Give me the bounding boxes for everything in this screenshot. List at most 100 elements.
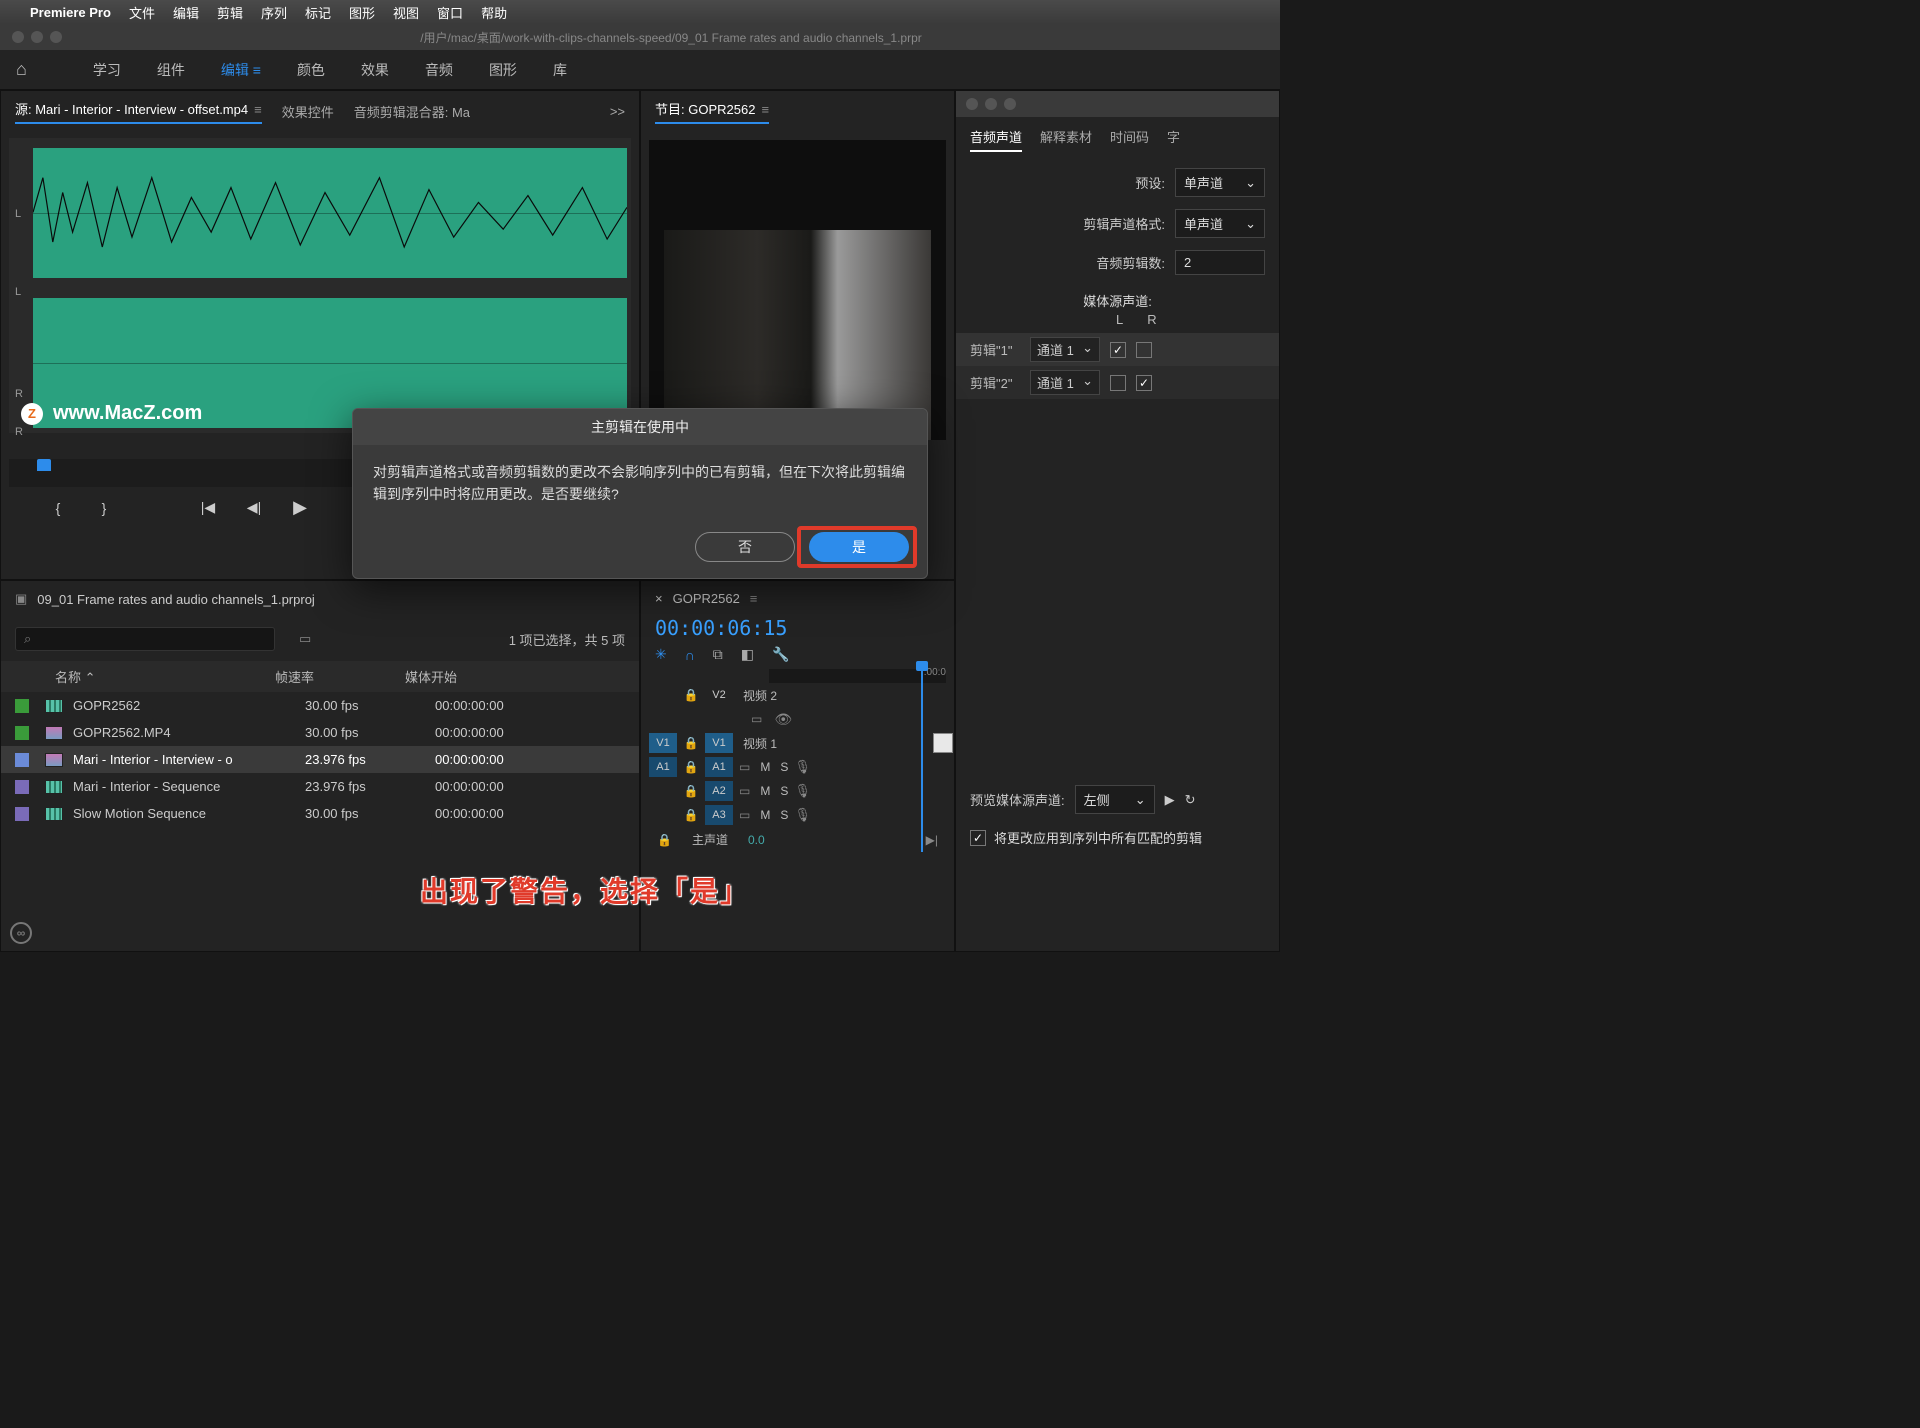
close-timeline-icon[interactable]: × xyxy=(655,591,663,606)
tab-audio-channels[interactable]: 音频声道 xyxy=(970,127,1022,152)
video-clip[interactable] xyxy=(933,733,953,753)
play-preview-icon[interactable]: ▶ xyxy=(1165,792,1175,808)
project-row[interactable]: GOPR2562 30.00 fps 00:00:00:00 xyxy=(1,692,639,719)
magnet-icon[interactable]: ∩ xyxy=(685,647,695,663)
clip2-R-checkbox[interactable] xyxy=(1136,375,1152,391)
source-waveform[interactable]: L L R R Z www.MacZ.com xyxy=(9,138,631,433)
ws-color[interactable]: 颜色 xyxy=(297,60,325,80)
preset-dropdown[interactable]: 单声道⌄ xyxy=(1175,168,1265,197)
step-back-icon[interactable]: ◀| xyxy=(245,499,263,516)
v1-source[interactable]: V1 xyxy=(649,733,677,753)
dialog-no-button[interactable]: 否 xyxy=(695,532,795,562)
eye-icon[interactable]: 👁 xyxy=(774,711,792,728)
clip1-channel-dropdown[interactable]: 通道 1⌄ xyxy=(1030,337,1100,362)
watermark-text: www.MacZ.com xyxy=(53,402,202,425)
a1-source[interactable]: A1 xyxy=(649,757,677,777)
mark-out-icon[interactable]: } xyxy=(95,500,113,516)
menu-help[interactable]: 帮助 xyxy=(481,3,507,22)
lock-icon[interactable]: 🔒 xyxy=(683,760,699,774)
menu-sequence[interactable]: 序列 xyxy=(261,3,287,22)
preview-side-dropdown[interactable]: 左侧⌄ xyxy=(1075,785,1155,814)
bin-icon[interactable]: ▣ xyxy=(15,591,27,607)
clip1-label: 剪辑"1" xyxy=(970,340,1020,359)
clip-fps: 30.00 fps xyxy=(305,725,435,740)
menu-window[interactable]: 窗口 xyxy=(437,3,463,22)
clip-name: GOPR2562 xyxy=(73,698,140,713)
a1-target[interactable]: A1 xyxy=(705,757,733,777)
ws-graphics[interactable]: 图形 xyxy=(489,60,517,80)
filter-icon[interactable]: ▭ xyxy=(299,631,311,647)
menu-edit[interactable]: 编辑 xyxy=(173,3,199,22)
linked-sel-icon[interactable]: ⧉ xyxy=(713,646,723,663)
lock-icon[interactable]: 🔒 xyxy=(683,736,699,750)
menu-graphics[interactable]: 图形 xyxy=(349,3,375,22)
toggle-output-icon[interactable]: ▭ xyxy=(751,712,762,726)
loop-icon[interactable]: ↻ xyxy=(1185,792,1196,808)
ws-libraries[interactable]: 库 xyxy=(553,60,567,80)
search-icon: ⌕ xyxy=(24,631,31,647)
v2-target[interactable]: V2 xyxy=(705,685,733,705)
tabs-overflow-icon[interactable]: >> xyxy=(610,104,625,119)
dialog-yes-button[interactable]: 是 xyxy=(809,532,909,562)
mute-button[interactable]: M xyxy=(760,760,770,774)
clip2-channel-dropdown[interactable]: 通道 1⌄ xyxy=(1030,370,1100,395)
a2-target[interactable]: A2 xyxy=(705,781,733,801)
effect-controls-tab[interactable]: 效果控件 xyxy=(282,102,334,121)
timeline-timecode[interactable]: 00:00:06:15 xyxy=(641,616,954,646)
ws-editing[interactable]: 编辑 xyxy=(221,60,261,80)
ws-audio[interactable]: 音频 xyxy=(425,60,453,80)
warning-dialog: 主剪辑在使用中 对剪辑声道格式或音频剪辑数的更改不会影响序列中的已有剪辑，但在下… xyxy=(352,408,928,579)
sort-arrow-icon[interactable]: ⌃ xyxy=(85,670,96,685)
solo-button[interactable]: S xyxy=(780,760,788,774)
apply-all-checkbox[interactable] xyxy=(970,830,986,846)
media-source-header: 媒体源声道: xyxy=(956,281,1279,312)
clip-start: 00:00:00:00 xyxy=(435,698,575,713)
mark-in-icon[interactable]: { xyxy=(49,500,67,516)
master-value[interactable]: 0.0 xyxy=(748,833,765,847)
mic-icon[interactable]: 🎙 xyxy=(794,759,811,775)
traffic-lights[interactable] xyxy=(12,31,62,43)
v1-target[interactable]: V1 xyxy=(705,733,733,753)
clip-icon xyxy=(45,753,63,767)
menu-view[interactable]: 视图 xyxy=(393,3,419,22)
menu-file[interactable]: 文件 xyxy=(129,3,155,22)
program-tab[interactable]: 节目: GOPR2562≡ xyxy=(655,99,769,124)
ws-effects[interactable]: 效果 xyxy=(361,60,389,80)
format-dropdown[interactable]: 单声道⌄ xyxy=(1175,209,1265,238)
clip-icon xyxy=(45,780,63,794)
timeline-body[interactable]: :00:0 🔒 V2 视频 2 ▭ 👁 V1 🔒 V1 视频 1 A xyxy=(641,669,954,852)
clip2-L-checkbox[interactable] xyxy=(1110,375,1126,391)
program-viewport[interactable] xyxy=(649,140,946,440)
project-search[interactable]: ⌕ xyxy=(15,627,275,651)
timeline-ruler[interactable]: :00:0 xyxy=(769,669,946,683)
tab-caption[interactable]: 字 xyxy=(1167,127,1180,152)
clip1-L-checkbox[interactable] xyxy=(1110,342,1126,358)
a3-target[interactable]: A3 xyxy=(705,805,733,825)
audio-mixer-tab[interactable]: 音频剪辑混合器: Ma xyxy=(354,102,470,121)
project-row[interactable]: Slow Motion Sequence 30.00 fps 00:00:00:… xyxy=(1,800,639,827)
source-playhead[interactable] xyxy=(37,459,51,471)
project-row[interactable]: Mari - Interior - Interview - o 23.976 f… xyxy=(1,746,639,773)
clip-count-input[interactable]: 2 xyxy=(1175,250,1265,275)
menu-clip[interactable]: 剪辑 xyxy=(217,3,243,22)
project-row[interactable]: GOPR2562.MP4 30.00 fps 00:00:00:00 xyxy=(1,719,639,746)
creative-cloud-icon[interactable]: ∞ xyxy=(10,922,32,944)
go-to-in-icon[interactable]: |◀ xyxy=(199,499,217,516)
ws-learn[interactable]: 学习 xyxy=(93,60,121,80)
play-icon[interactable]: ▶ xyxy=(291,497,309,518)
snap-icon[interactable]: ✳ xyxy=(655,646,667,663)
annotation-caption: 出现了警告，选择「是」 xyxy=(420,870,750,910)
tab-interpret[interactable]: 解释素材 xyxy=(1040,127,1092,152)
project-row[interactable]: Mari - Interior - Sequence 23.976 fps 00… xyxy=(1,773,639,800)
settings-icon[interactable]: 🔧 xyxy=(772,646,789,663)
menu-marker[interactable]: 标记 xyxy=(305,3,331,22)
go-end-icon[interactable]: ▶| xyxy=(926,833,938,847)
clip-fps: 23.976 fps xyxy=(305,779,435,794)
markers-icon[interactable]: ◧ xyxy=(741,646,754,663)
ws-assembly[interactable]: 组件 xyxy=(157,60,185,80)
clip1-R-checkbox[interactable] xyxy=(1136,342,1152,358)
home-icon[interactable]: ⌂ xyxy=(16,59,27,80)
tab-timecode[interactable]: 时间码 xyxy=(1110,127,1149,152)
lock-icon[interactable]: 🔒 xyxy=(683,688,699,702)
source-tab[interactable]: 源: Mari - Interior - Interview - offset.… xyxy=(15,99,262,124)
